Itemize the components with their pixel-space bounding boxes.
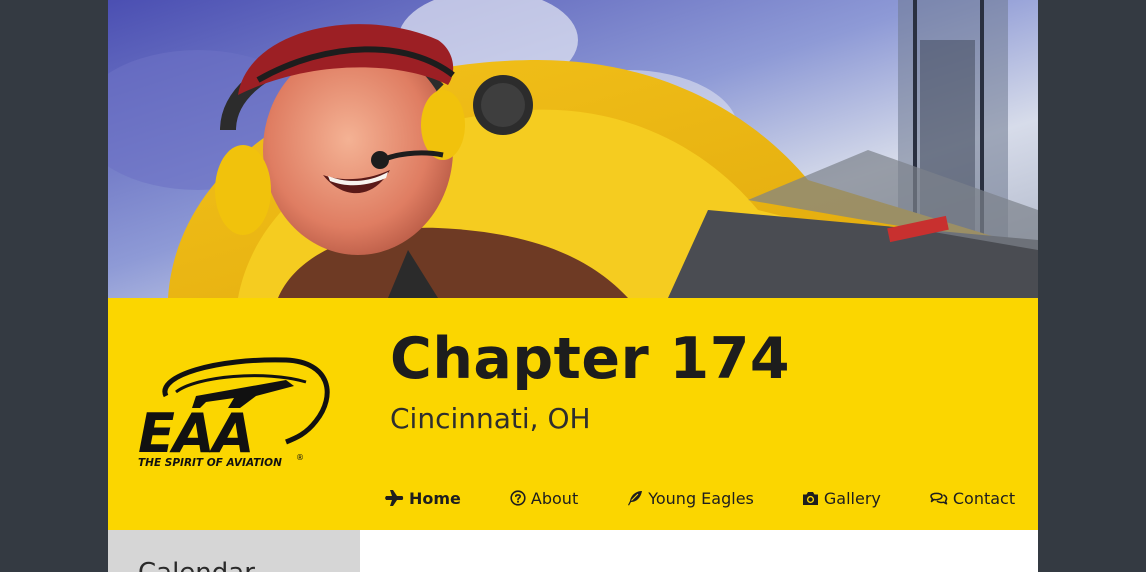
- svg-text:EAA: EAA: [138, 402, 252, 465]
- page-subtitle: Cincinnati, OH: [390, 402, 591, 435]
- nav-item-about[interactable]: About: [510, 489, 578, 508]
- nav-label-about: About: [530, 488, 579, 508]
- nav-label-gallery: Gallery: [823, 488, 881, 508]
- feather-icon: [627, 490, 643, 506]
- nav-item-contact[interactable]: Contact: [930, 489, 1015, 508]
- svg-text:®: ®: [296, 453, 304, 462]
- nav-label-contact: Contact: [952, 488, 1016, 508]
- sidebar-heading: Calendar: [138, 558, 255, 572]
- plane-icon: [385, 490, 404, 506]
- main-nav: Home About Young Eagles Gallery Contact: [385, 487, 1015, 509]
- nav-label-home: Home: [409, 488, 461, 508]
- nav-label-young-eagles: Young Eagles: [648, 488, 754, 508]
- eaa-logo[interactable]: EAA ® THE SPIRIT OF AVIATION: [136, 356, 332, 472]
- svg-text:THE SPIRIT OF AVIATION: THE SPIRIT OF AVIATION: [138, 457, 282, 469]
- nav-item-home[interactable]: Home: [385, 489, 461, 508]
- nav-item-young-eagles[interactable]: Young Eagles: [627, 489, 754, 508]
- page-title: Chapter 174: [390, 326, 791, 392]
- hero-photo: [108, 0, 1038, 298]
- page-container: EAA ® THE SPIRIT OF AVIATION Chapter 174…: [108, 0, 1038, 572]
- nav-item-gallery[interactable]: Gallery: [802, 489, 881, 508]
- main-content: [360, 530, 1038, 572]
- hero-illustration: [108, 0, 1038, 298]
- comments-icon: [930, 490, 948, 506]
- sidebar: Calendar: [108, 530, 360, 572]
- site-header: EAA ® THE SPIRIT OF AVIATION Chapter 174…: [108, 298, 1038, 530]
- camera-icon: [802, 491, 819, 506]
- question-circle-icon: [510, 490, 526, 506]
- eaa-logo-graphic: EAA ® THE SPIRIT OF AVIATION: [138, 357, 330, 469]
